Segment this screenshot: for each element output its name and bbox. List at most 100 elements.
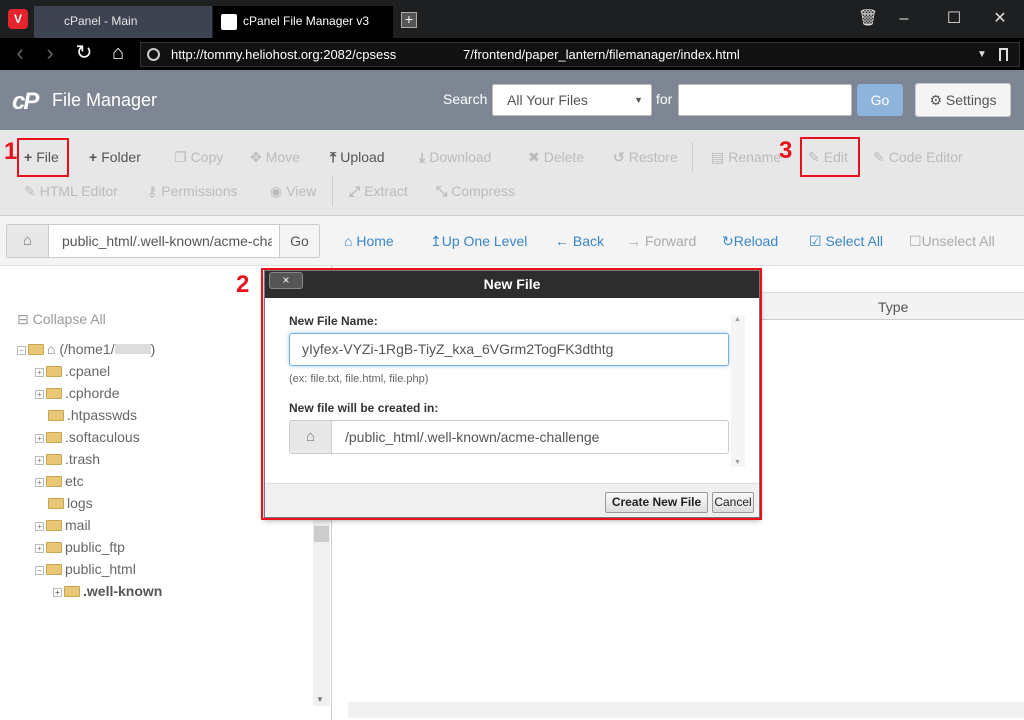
nav-reload-button[interactable]: ↻Reload (722, 233, 778, 250)
tree-item[interactable]: + public_ftp (35, 539, 125, 555)
unselect-all-button[interactable]: ☐Unselect All (909, 233, 995, 250)
home-icon[interactable]: ⌂ (7, 225, 49, 257)
search-scope-select[interactable]: All Your Files ▼ (492, 84, 652, 116)
new-folder-button[interactable]: + Folder (89, 149, 141, 165)
url-input[interactable]: http://tommy.heliohost.org:2082/cpsess 7… (140, 42, 1020, 67)
tree-root[interactable]: − ⌂ (/home1/) (17, 341, 155, 357)
expand-toggle-icon[interactable]: + (53, 588, 62, 597)
move-label: Move (265, 149, 300, 165)
scroll-down-icon[interactable]: ▼ (316, 695, 324, 704)
x-icon: ✖ (528, 149, 540, 165)
view-label: View (286, 183, 317, 199)
nav-forward-button[interactable]: → Forward (627, 233, 696, 249)
arrow-left-icon: ← (555, 233, 573, 249)
folder-icon (46, 388, 62, 399)
tree-item[interactable]: + .cpanel (35, 363, 110, 379)
tree-item[interactable]: logs (48, 495, 93, 511)
move-button[interactable]: ✥ Move (250, 149, 300, 166)
tree-item[interactable]: .htpasswds (48, 407, 137, 423)
file-toolbar: + File + Folder ❐ Copy ✥ Move ⤒ Upload ⤓ Downl… (0, 130, 1024, 216)
trash-icon[interactable]: 🗑 (854, 8, 882, 30)
bookmark-icon[interactable] (999, 48, 1008, 61)
view-button[interactable]: ◉ View (270, 183, 316, 200)
home-icon[interactable]: ⌂ (106, 42, 130, 66)
select-all-button[interactable]: ☑ Select All (809, 233, 883, 250)
tree-item-label: .trash (65, 451, 101, 467)
nav-back-label: Back (572, 233, 605, 249)
search-input[interactable] (678, 84, 852, 116)
delete-button[interactable]: ✖ Delete (528, 149, 584, 166)
tab-cpanel-main[interactable]: cPanel - Main (34, 6, 212, 38)
tree-item-label: public_html (65, 561, 136, 577)
forward-arrow-icon[interactable]: › (38, 42, 62, 66)
expand-toggle-icon[interactable]: + (35, 434, 44, 443)
collapse-toggle-icon[interactable]: − (17, 346, 26, 355)
column-header-type[interactable]: Type (878, 299, 908, 315)
tree-item[interactable]: + mail (35, 517, 91, 533)
expand-toggle-icon[interactable]: + (35, 544, 44, 553)
expand-toggle-icon[interactable]: + (35, 456, 44, 465)
for-label: for (656, 91, 673, 107)
tree-item[interactable]: − public_html (35, 561, 136, 577)
tree-root-end: ) (150, 341, 156, 357)
expand-toggle-icon[interactable]: + (35, 478, 44, 487)
expand-toggle-icon[interactable]: + (35, 522, 44, 531)
folder-icon (46, 432, 62, 443)
nav-back-button[interactable]: ← Back (555, 233, 604, 249)
collapse-all-label: Collapse All (32, 311, 106, 327)
collapse-all-button[interactable]: ⊟ Collapse All (17, 311, 106, 328)
cpanel-logo[interactable]: cP (12, 88, 39, 116)
collapse-toggle-icon[interactable]: − (35, 566, 44, 575)
expand-toggle-icon[interactable]: + (35, 390, 44, 399)
tree-item[interactable]: + etc (35, 473, 84, 489)
restore-button[interactable]: ↺ Restore (613, 149, 678, 166)
compress-button[interactable]: ⤡ Compress (436, 183, 515, 200)
code-editor-button[interactable]: ✎ Code Editor (873, 149, 963, 166)
edit-icon: ✎ (873, 149, 885, 165)
extract-label: Extract (364, 183, 408, 199)
path-go-button[interactable]: Go (279, 225, 319, 257)
tree-item[interactable]: + .softaculous (35, 429, 140, 445)
extract-button[interactable]: ⤢ Extract (349, 183, 408, 200)
search-go-button[interactable]: Go (857, 84, 903, 116)
nav-up-button[interactable]: ↥Up One Level (430, 233, 527, 250)
tree-item[interactable]: + .trash (35, 451, 100, 467)
code-editor-label: Code Editor (888, 149, 963, 165)
html-editor-button[interactable]: ✎ HTML Editor (24, 183, 118, 200)
scrollbar-thumb[interactable] (314, 526, 329, 542)
page-favicon-icon (221, 14, 237, 30)
minimize-icon[interactable]: – (890, 8, 918, 30)
undo-icon: ↺ (613, 149, 625, 165)
new-tab-plus-icon[interactable]: + (401, 12, 417, 28)
reload-icon[interactable]: ↻ (72, 42, 96, 66)
close-window-icon[interactable]: ✕ (986, 8, 1014, 30)
vivaldi-logo-icon[interactable]: V (8, 9, 28, 29)
path-field[interactable]: ⌂ public_html/.well-known/acme-challenge… (6, 224, 320, 258)
expand-toggle-icon[interactable]: + (35, 368, 44, 377)
annotation-number-2: 2 (236, 271, 250, 298)
folder-icon (46, 542, 62, 553)
page-title: File Manager (52, 90, 158, 110)
download-button[interactable]: ⤓ Download (419, 149, 491, 166)
file-icon: ▤ (711, 149, 725, 165)
upload-button[interactable]: ⤒ Upload (330, 149, 385, 166)
nav-up-label: Up One Level (441, 233, 528, 249)
restore-label: Restore (628, 149, 678, 165)
nav-home-button[interactable]: ⌂ Home (344, 233, 394, 249)
compress-icon: ⤡ (436, 183, 448, 199)
tree-item-label: etc (65, 473, 84, 489)
path-input[interactable]: public_html/.well-known/acme-challenge (62, 225, 272, 257)
plus-icon: + (89, 149, 98, 165)
settings-button[interactable]: ⚙ Settings (915, 83, 1011, 117)
copy-button[interactable]: ❐ Copy (174, 149, 223, 166)
maximize-icon[interactable]: ☐ (940, 8, 968, 30)
tree-item[interactable]: + .cphorde (35, 385, 119, 401)
tab-file-manager[interactable]: cPanel File Manager v3 (213, 6, 393, 38)
url-dropdown-icon[interactable]: ▼ (977, 43, 987, 66)
permissions-button[interactable]: ⚷ Permissions (147, 183, 238, 200)
rename-button[interactable]: ▤ Rename (711, 149, 781, 166)
horizontal-scrollbar[interactable] (348, 702, 1024, 718)
back-arrow-icon[interactable]: ‹ (8, 42, 32, 66)
tree-item-selected[interactable]: + .well-known (53, 583, 162, 599)
tree-item-label: mail (65, 517, 91, 533)
